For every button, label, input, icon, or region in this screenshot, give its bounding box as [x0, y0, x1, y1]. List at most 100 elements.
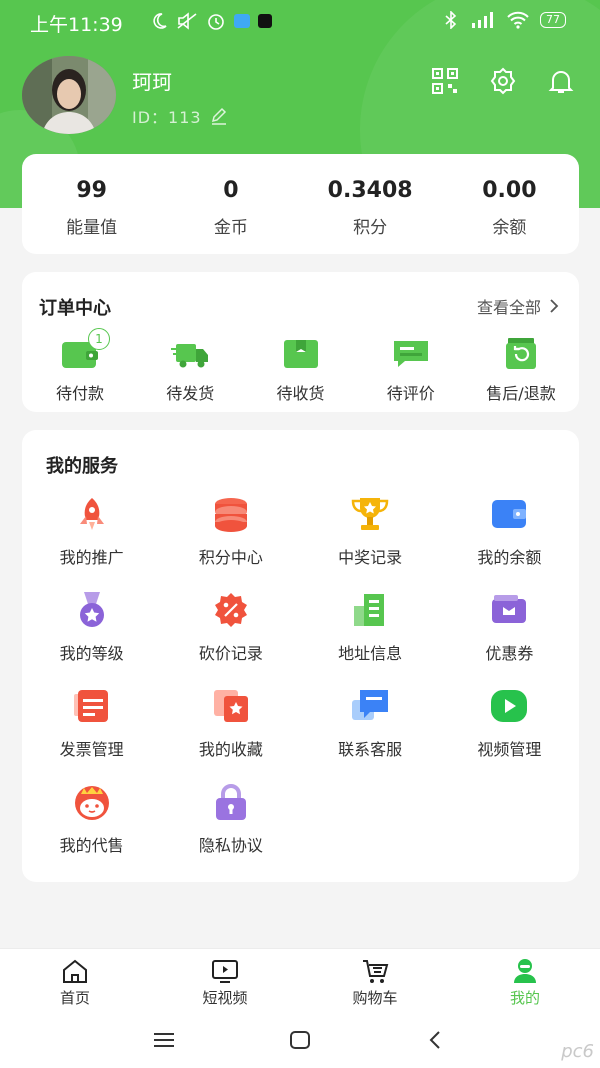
avatar-photo: [22, 56, 116, 134]
medal-icon: [79, 592, 104, 627]
service-video-management[interactable]: 视频管理: [440, 686, 579, 782]
bluetooth-icon: [445, 11, 457, 29]
play-icon: [491, 690, 528, 722]
avatar[interactable]: [22, 56, 116, 134]
order-item-label: 售后/退款: [486, 384, 556, 403]
lock-icon: [215, 784, 246, 820]
back-icon[interactable]: [422, 1026, 450, 1054]
tab-cart[interactable]: 购物车: [300, 949, 450, 1011]
settings-icon[interactable]: [488, 66, 518, 96]
tab-label: 购物车: [352, 989, 398, 1007]
home-icon: [63, 959, 87, 983]
stats-card: 99 能量值 0 金币 0.3408 积分 0.00 余额: [22, 154, 579, 254]
tiktok-app-icon: [258, 14, 272, 28]
status-bar: 上午11:39 77: [0, 0, 600, 44]
bell-icon[interactable]: [546, 66, 576, 96]
chat-icon: [352, 690, 389, 720]
status-icons-left: [150, 11, 272, 31]
watermark: pc6: [561, 1041, 594, 1062]
order-center-card: 订单中心 查看全部 1 待付款 待发货 待收货 待评价 售后/退款: [22, 272, 579, 412]
service-invoice-management[interactable]: 发票管理: [22, 686, 161, 782]
system-navigation-bar: pc6: [0, 1010, 600, 1068]
service-label: 积分中心: [198, 548, 263, 567]
edit-icon[interactable]: [210, 107, 228, 125]
service-label: 我的余额: [477, 548, 542, 567]
mute-icon: [177, 12, 197, 30]
discount-icon: [214, 593, 247, 627]
chevron-right-icon: [550, 299, 559, 313]
view-all-orders-link[interactable]: 查看全部: [477, 294, 559, 318]
menu-icon[interactable]: [150, 1026, 178, 1054]
stat-label: 能量值: [66, 218, 118, 238]
coupon-icon: [492, 595, 527, 623]
bottom-tab-bar: 首页 短视频 购物车 我的: [0, 948, 600, 1011]
service-label: 视频管理: [477, 740, 542, 759]
wallet-blue-icon: [492, 500, 527, 528]
tab-home[interactable]: 首页: [0, 949, 150, 1011]
service-my-balance[interactable]: 我的余额: [440, 494, 579, 590]
mascot-icon: [74, 786, 109, 820]
stat-coins[interactable]: 0 金币: [161, 154, 300, 254]
cloud-app-icon: [234, 14, 250, 28]
my-services-card: 我的服务 我的推广 积分中心 中奖记录 我的余额 我的等级 砍价记录 地址信息 …: [22, 430, 579, 882]
order-pending-payment[interactable]: 1 待付款: [30, 328, 130, 404]
service-label: 地址信息: [338, 644, 403, 663]
battery-indicator: 77: [540, 12, 566, 28]
service-customer-support[interactable]: 联系客服: [301, 686, 440, 782]
box-icon: [283, 340, 318, 368]
my-services-title: 我的服务: [46, 456, 118, 477]
service-label: 中奖记录: [338, 548, 403, 567]
refund-icon: [506, 338, 536, 369]
building-icon: [354, 594, 385, 626]
order-after-sales[interactable]: 售后/退款: [471, 336, 571, 404]
service-label: 发票管理: [59, 740, 124, 759]
cart-icon: [363, 960, 389, 983]
stat-value: 0.3408: [327, 178, 413, 203]
service-coupons[interactable]: 优惠券: [440, 590, 579, 686]
order-item-label: 待评价: [386, 384, 435, 403]
view-all-label: 查看全部: [476, 298, 541, 317]
service-my-promotion[interactable]: 我的推广: [22, 494, 161, 590]
order-item-label: 待付款: [55, 384, 104, 403]
user-id-text: ID：113: [132, 108, 202, 127]
wifi-icon: [507, 11, 529, 29]
service-prize-records[interactable]: 中奖记录: [301, 494, 440, 590]
stat-value: 0.00: [482, 178, 537, 203]
service-label: 我的代售: [59, 836, 124, 855]
order-pending-receipt[interactable]: 待收货: [251, 336, 351, 404]
service-label: 联系客服: [338, 740, 403, 759]
service-my-consignment[interactable]: 我的代售: [22, 782, 161, 878]
user-id: ID：113: [132, 104, 228, 128]
stat-points[interactable]: 0.3408 积分: [301, 154, 440, 254]
signal-icon: [472, 12, 493, 28]
service-bargain-records[interactable]: 砍价记录: [161, 590, 300, 686]
qr-code-icon[interactable]: [430, 66, 460, 96]
home-button-icon[interactable]: [286, 1026, 314, 1054]
coins-icon: [214, 498, 247, 532]
service-address-info[interactable]: 地址信息: [301, 590, 440, 686]
service-my-level[interactable]: 我的等级: [22, 590, 161, 686]
service-label: 砍价记录: [198, 644, 263, 663]
favorite-icon: [213, 690, 248, 722]
service-label: 优惠券: [485, 644, 534, 663]
tab-short-video[interactable]: 短视频: [150, 949, 300, 1011]
stat-energy[interactable]: 99 能量值: [22, 154, 161, 254]
services-grid: 我的推广 积分中心 中奖记录 我的余额 我的等级 砍价记录 地址信息 优惠券 发…: [22, 494, 579, 878]
service-privacy-policy[interactable]: 隐私协议: [161, 782, 300, 878]
truck-icon: [171, 344, 209, 368]
user-name: 珂珂: [132, 70, 172, 94]
service-my-favorites[interactable]: 我的收藏: [161, 686, 300, 782]
order-pending-review[interactable]: 待评价: [361, 336, 461, 404]
alarm-icon: [208, 14, 224, 30]
stat-balance[interactable]: 0.00 余额: [440, 154, 579, 254]
order-pending-shipment[interactable]: 待发货: [140, 336, 240, 404]
service-points-center[interactable]: 积分中心: [161, 494, 300, 590]
invoice-icon: [73, 690, 108, 722]
tab-label: 我的: [509, 989, 540, 1007]
comment-icon: [393, 341, 428, 367]
stat-value: 99: [76, 178, 107, 203]
stat-label: 余额: [492, 218, 527, 238]
tab-mine[interactable]: 我的: [450, 949, 600, 1011]
order-item-label: 待收货: [276, 384, 325, 403]
order-status-row: 1 待付款 待发货 待收货 待评价 售后/退款: [22, 328, 579, 404]
